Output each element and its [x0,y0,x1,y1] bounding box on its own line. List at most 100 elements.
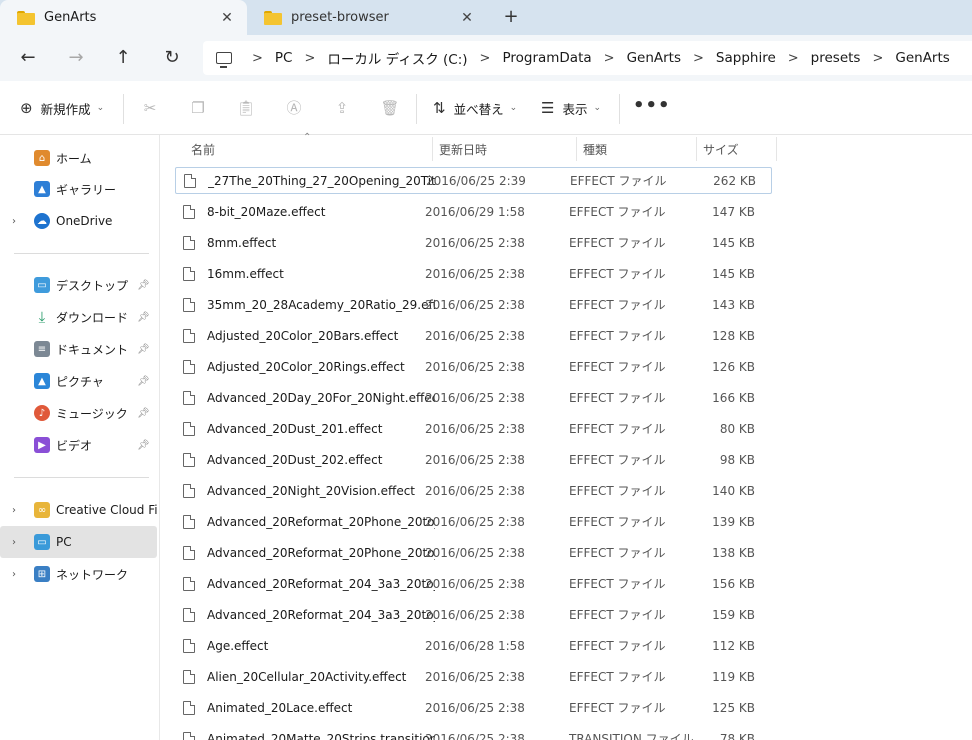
new-tab-button[interactable]: + [498,5,524,29]
file-row[interactable]: Advanced_20Reformat_20Phone_20to_20...20… [175,508,772,535]
breadcrumb-local-disk[interactable]: ローカル ディスク (C:) [327,48,467,68]
file-row[interactable]: Advanced_20Reformat_204_3a3_20to_20...20… [175,570,772,597]
file-type: EFFECT ファイル [569,360,666,374]
file-row[interactable]: 8mm.effect 2016/06/25 2:38 EFFECT ファイル 145 … [175,229,772,256]
file-row[interactable]: Adjusted_20Color_20Bars.effect 2016/06/25… [175,322,772,349]
refresh-button[interactable]: ↻ [158,44,186,72]
breadcrumb-genarts-current[interactable]: GenArts [895,50,949,66]
forward-button[interactable]: → [62,44,90,72]
sidebar-item-creative-cloud[interactable]: › ∞ Creative Cloud Files [0,494,157,526]
file-type: EFFECT ファイル [569,453,666,467]
file-row[interactable]: Animated_20Matte_20Strips.transition 2016… [175,725,772,740]
sidebar-item-pc[interactable]: › ▭ PC [0,526,157,558]
file-date: 2016/06/25 2:38 [425,545,525,560]
chevron-right-icon[interactable]: › [12,505,26,516]
breadcrumb-separator[interactable]: > [480,51,491,66]
sidebar-item-downloads[interactable]: ⤓ ダウンロード 📌︎ [0,301,157,333]
file-size: 139 KB [712,514,755,529]
breadcrumb-separator[interactable]: > [872,51,883,66]
sort-icon: ⇅ [433,99,446,117]
column-header-type[interactable]: 種類 [583,135,607,163]
view-button[interactable]: ☰ 表示 ⌄ [541,95,601,121]
file-row[interactable]: 16mm.effect 2016/06/25 2:38 EFFECT ファイル 145… [175,260,772,287]
breadcrumb-separator[interactable]: > [693,51,704,66]
file-type: EFFECT ファイル [569,391,666,405]
chevron-right-icon[interactable]: › [12,216,26,227]
sidebar-item-network[interactable]: › ⊞ ネットワーク [0,558,157,590]
breadcrumb-genarts[interactable]: GenArts [627,50,681,66]
plus-circle-icon: ⊕ [20,99,33,117]
chevron-right-icon[interactable]: › [12,569,26,580]
file-row[interactable]: Advanced_20Reformat_204_3a3_20to_20...20… [175,601,772,628]
delete-icon[interactable]: 🗑︎ [379,97,401,119]
column-header-name[interactable]: 名前 [191,135,215,163]
sidebar-item-label: デスクトップ [56,278,129,293]
navigation-bar: ← → ↑ ↻ > PC > ローカル ディスク (C:) > ProgramD… [0,35,972,81]
close-tab-icon[interactable]: ✕ [213,10,241,26]
toolbar-divider [619,94,620,124]
rename-icon[interactable]: Ⓐ [283,97,305,119]
breadcrumb-separator[interactable]: > [304,51,315,66]
file-row[interactable]: Alien_20Cellular_20Activity.effect 2016/0… [175,663,772,690]
file-row[interactable]: Advanced_20Dust_202.effect 2016/06/25 2:3… [175,446,772,473]
sidebar-item-desktop[interactable]: ▭ デスクトップ 📌︎ [0,269,157,301]
breadcrumb-separator[interactable]: > [604,51,615,66]
sidebar-item-label: ホーム [56,151,92,166]
creative-cloud-icon: ∞ [34,502,50,518]
sidebar-item-documents[interactable]: ≡ ドキュメント 📌︎ [0,333,157,365]
sidebar-item-videos[interactable]: ▶ ビデオ 📌︎ [0,429,157,461]
file-name: Advanced_20Reformat_204_3a3_20to_20... [207,607,435,622]
sort-button[interactable]: ⇅ 並べ替え ⌄ [433,95,517,121]
tab-genarts[interactable]: GenArts ✕ [0,0,247,35]
file-name: Advanced_20Night_20Vision.effect [207,483,416,498]
file-row[interactable]: Adjusted_20Color_20Rings.effect 2016/06/2… [175,353,772,380]
back-button[interactable]: ← [14,44,42,72]
column-header-size[interactable]: サイズ [703,135,739,163]
file-date: 2016/06/25 2:38 [425,359,525,374]
file-row[interactable]: 35mm_20_28Academy_20Ratio_29.effect 2016/… [175,291,772,318]
address-bar[interactable]: > PC > ローカル ディスク (C:) > ProgramData > Ge… [203,41,972,75]
breadcrumb-pc[interactable]: PC [275,50,293,66]
sidebar-item-pictures[interactable]: ▲ ピクチャ 📌︎ [0,365,157,397]
file-type: EFFECT ファイル [569,267,666,281]
file-row[interactable]: Age.effect 2016/06/28 1:58 EFFECT ファイル 112 … [175,632,772,659]
file-row[interactable]: _27The_20Thing_27_20Opening_20Titles.e..… [175,167,772,194]
breadcrumb-separator[interactable]: > [788,51,799,66]
copy-icon[interactable]: ❐ [187,97,209,119]
file-icon [183,359,195,374]
breadcrumb-sapphire[interactable]: Sapphire [716,50,776,66]
up-button[interactable]: ↑ [109,44,137,72]
file-icon [183,514,195,529]
share-icon[interactable]: ⇪ [331,97,353,119]
column-header-date[interactable]: 更新日時 [439,135,487,163]
file-row[interactable]: Advanced_20Dust_201.effect 2016/06/25 2:3… [175,415,772,442]
file-icon [183,297,195,312]
tab-title: preset-browser [291,10,389,25]
new-button[interactable]: ⊕ 新規作成 ⌄ [20,95,104,121]
sidebar-item-gallery[interactable]: ▲ ギャラリー [0,173,157,205]
breadcrumb-programdata[interactable]: ProgramData [502,50,591,66]
sidebar-item-label: ギャラリー [56,182,117,197]
breadcrumb-presets[interactable]: presets [811,50,861,66]
file-row[interactable]: Advanced_20Night_20Vision.effect 2016/06/… [175,477,772,504]
tab-preset-browser[interactable]: preset-browser ✕ [247,0,487,35]
close-tab-icon[interactable]: ✕ [453,10,481,26]
column-divider[interactable] [576,137,577,161]
file-row[interactable]: 8-bit_20Maze.effect 2016/06/29 1:58 EFFECT… [175,198,772,225]
column-divider[interactable] [776,137,777,161]
sidebar-item-onedrive[interactable]: › ☁ OneDrive [0,205,157,237]
column-divider[interactable] [432,137,433,161]
chevron-right-icon[interactable]: › [12,537,26,548]
file-size: 143 KB [712,297,755,312]
pictures-icon: ▲ [34,373,50,389]
music-icon: ♪ [34,405,50,421]
file-row[interactable]: Advanced_20Reformat_20Phone_20to_20...20… [175,539,772,566]
sidebar-item-home[interactable]: ⌂ ホーム [0,142,157,174]
file-row[interactable]: Animated_20Lace.effect 2016/06/25 2:38 EFF… [175,694,772,721]
paste-icon[interactable]: 📋︎ [235,97,257,119]
column-divider[interactable] [696,137,697,161]
sidebar-item-music[interactable]: ♪ ミュージック 📌︎ [0,397,157,429]
cut-icon[interactable]: ✂ [139,97,161,119]
more-options-button[interactable]: ••• [633,95,671,116]
file-row[interactable]: Advanced_20Day_20For_20Night.effect 2016/… [175,384,772,411]
